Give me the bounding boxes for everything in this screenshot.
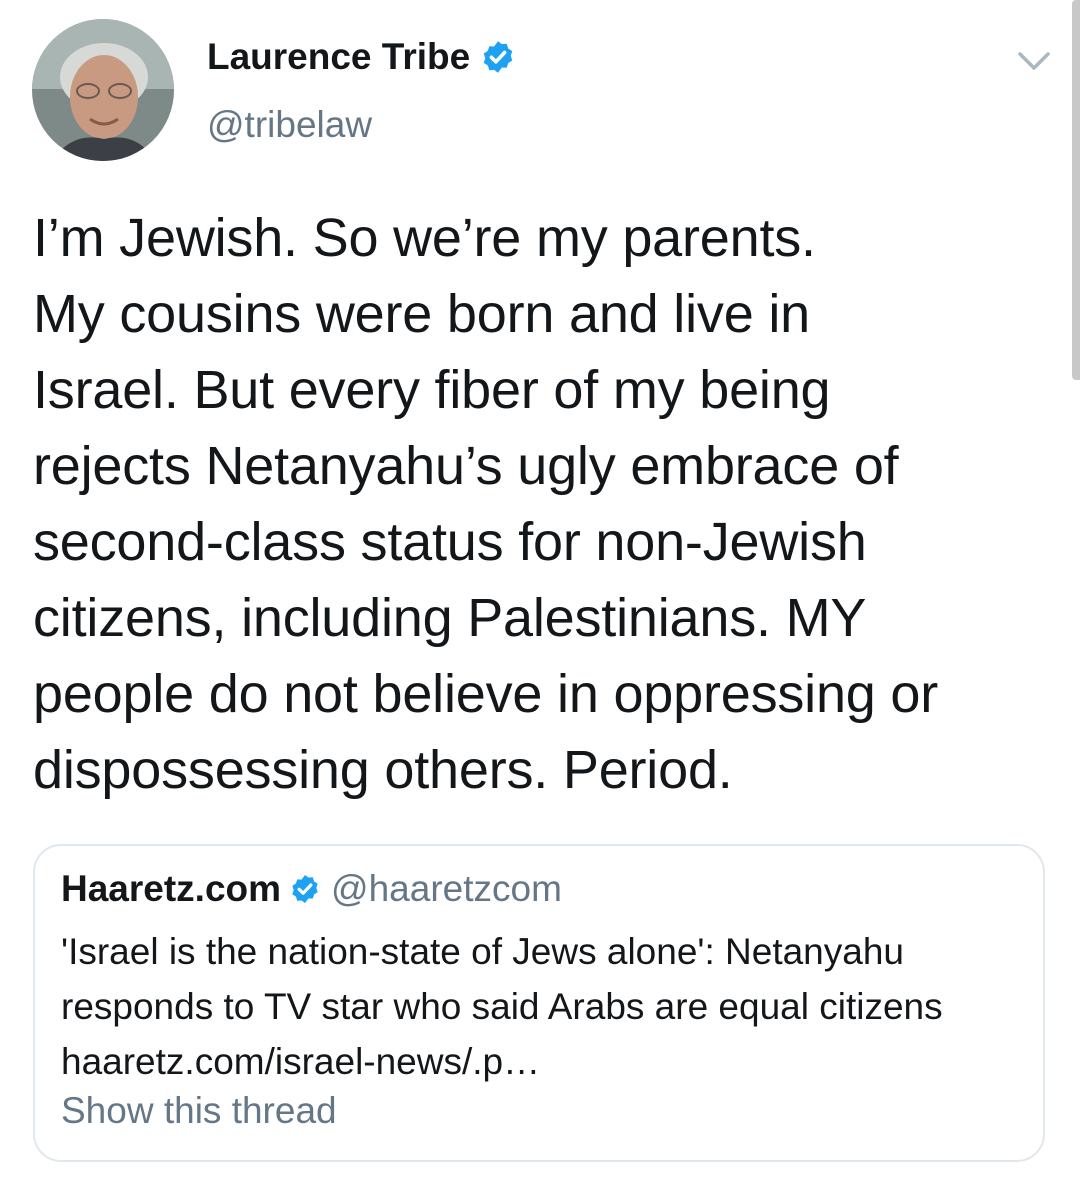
show-thread-link[interactable]: Show this thread bbox=[61, 1090, 337, 1132]
tweet-text: I’m Jewish. So we’re my parents. My cous… bbox=[33, 208, 939, 800]
quoted-tweet-header: Haaretz.com @haaretzcom bbox=[61, 868, 562, 910]
chevron-down-icon[interactable] bbox=[1014, 44, 1054, 76]
author-avatar[interactable] bbox=[32, 19, 174, 161]
verified-badge-icon bbox=[480, 39, 516, 75]
author-display-name[interactable]: Laurence Tribe bbox=[207, 36, 470, 78]
quoted-tweet-text: 'Israel is the nation-state of Jews alon… bbox=[61, 931, 943, 1082]
avatar-image bbox=[32, 19, 174, 161]
quoted-tweet-card[interactable]: Haaretz.com @haaretzcom 'Israel is the n… bbox=[33, 844, 1045, 1162]
author-display-name-row[interactable]: Laurence Tribe bbox=[207, 36, 516, 78]
scrollbar[interactable] bbox=[1072, 0, 1080, 380]
quoted-author-name: Haaretz.com bbox=[61, 868, 282, 909]
verified-badge-icon bbox=[289, 873, 321, 905]
quoted-author-handle: @haaretzcom bbox=[331, 868, 562, 909]
author-handle[interactable]: @tribelaw bbox=[207, 104, 372, 146]
